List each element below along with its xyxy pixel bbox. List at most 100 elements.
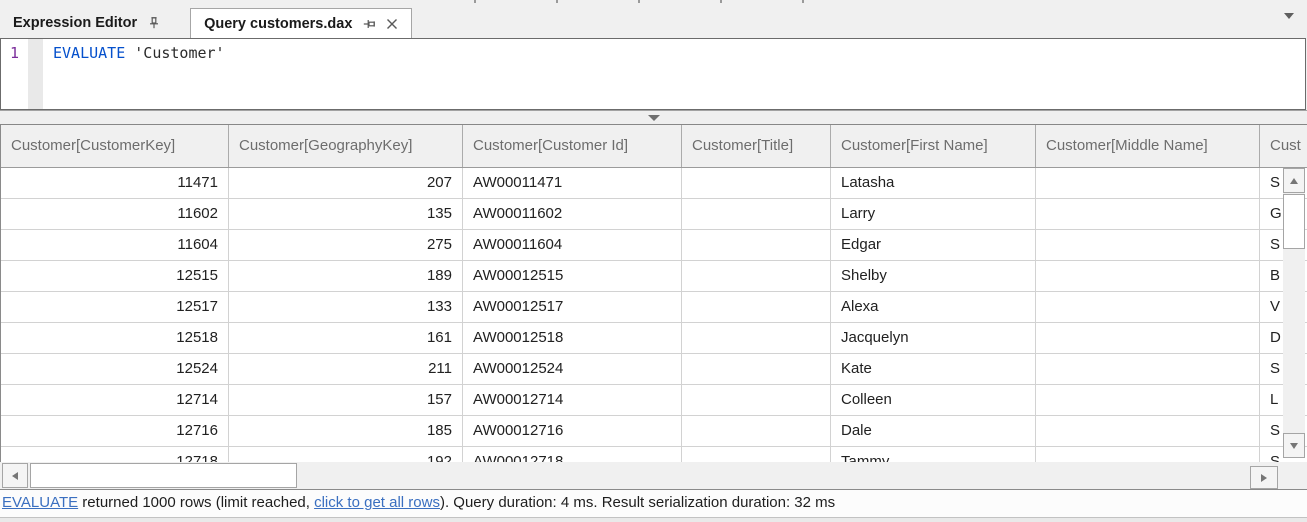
table-cell: 207 [229, 168, 463, 199]
scroll-left-button[interactable] [2, 463, 28, 488]
scroll-down-button[interactable] [1283, 433, 1305, 458]
column-header[interactable]: Customer[Middle Name] [1036, 125, 1260, 167]
editor-results-splitter[interactable] [0, 110, 1307, 125]
table-cell [1036, 447, 1260, 462]
table-cell: AW00012518 [463, 323, 682, 354]
table-cell [1036, 230, 1260, 261]
close-icon[interactable] [386, 18, 398, 30]
table-cell: Jacquelyn [831, 323, 1036, 354]
table-cell [682, 385, 831, 416]
editor-margin-strip [28, 39, 43, 109]
get-all-rows-link[interactable]: click to get all rows [314, 494, 440, 511]
document-tab-bar: Expression Editor Query customers.dax [0, 8, 1307, 38]
column-header[interactable]: Customer[Customer Id] [463, 125, 682, 167]
tab-label: Expression Editor [13, 15, 137, 31]
scroll-up-button[interactable] [1283, 168, 1305, 193]
table-cell: 189 [229, 261, 463, 292]
dax-keyword: EVALUATE [53, 44, 125, 62]
table-cell: 12714 [1, 385, 229, 416]
table-cell: 12515 [1, 261, 229, 292]
vertical-scrollbar-thumb[interactable] [1283, 194, 1305, 249]
window-bottom-strip [0, 517, 1307, 522]
table-cell: 11602 [1, 199, 229, 230]
table-cell: 211 [229, 354, 463, 385]
table-cell: 12718 [1, 447, 229, 462]
table-cell: 11471 [1, 168, 229, 199]
table-cell: 12716 [1, 416, 229, 447]
pin-icon[interactable] [147, 16, 161, 30]
table-row[interactable]: 12517133AW00012517AlexaV [1, 292, 1307, 323]
table-row[interactable]: 12718192AW00012718TammyS [1, 447, 1307, 462]
tab-query-customers-dax[interactable]: Query customers.dax [190, 8, 412, 38]
table-cell [682, 354, 831, 385]
table-row[interactable]: 11471207AW00011471LatashaS [1, 168, 1307, 199]
dax-code-editor[interactable]: 1 EVALUATE 'Customer' [0, 38, 1306, 110]
horizontal-scrollbar[interactable] [0, 462, 1307, 489]
table-cell: Dale [831, 416, 1036, 447]
table-cell: 12518 [1, 323, 229, 354]
column-header[interactable]: Customer[GeographyKey] [229, 125, 463, 167]
horizontal-scrollbar-thumb[interactable] [30, 463, 297, 488]
table-row[interactable]: 12714157AW00012714ColleenL [1, 385, 1307, 416]
status-bar: EVALUATE returned 1000 rows (limit reach… [0, 489, 1307, 517]
table-cell: AW00011471 [463, 168, 682, 199]
table-cell: AW00012515 [463, 261, 682, 292]
table-cell: Larry [831, 199, 1036, 230]
table-cell: 135 [229, 199, 463, 230]
top-edge-tick [474, 0, 476, 3]
tab-expression-editor[interactable]: Expression Editor [0, 8, 174, 38]
table-cell: 11604 [1, 230, 229, 261]
table-cell [1036, 385, 1260, 416]
table-cell: AW00012718 [463, 447, 682, 462]
table-cell: Latasha [831, 168, 1036, 199]
tab-label: Query customers.dax [204, 16, 352, 32]
table-cell [1036, 199, 1260, 230]
table-row[interactable]: 12515189AW00012515ShelbyB [1, 261, 1307, 292]
table-cell: AW00012517 [463, 292, 682, 323]
table-cell: 12524 [1, 354, 229, 385]
grid-header-row: Customer[CustomerKey]Customer[GeographyK… [1, 125, 1307, 168]
column-header[interactable]: Cust [1260, 125, 1307, 167]
table-cell: 12517 [1, 292, 229, 323]
table-cell: 157 [229, 385, 463, 416]
evaluate-link[interactable]: EVALUATE [2, 494, 78, 511]
table-cell [1036, 354, 1260, 385]
table-cell [682, 230, 831, 261]
top-edge-tick [556, 0, 558, 3]
splitter-collapse-icon[interactable] [648, 115, 660, 121]
column-header[interactable]: Customer[CustomerKey] [1, 125, 229, 167]
grid-body[interactable]: 11471207AW00011471LatashaS11602135AW0001… [1, 168, 1307, 462]
line-number: 1 [1, 39, 28, 109]
vertical-scrollbar[interactable] [1283, 168, 1305, 458]
table-cell [682, 199, 831, 230]
table-cell [682, 292, 831, 323]
table-cell: 161 [229, 323, 463, 354]
table-cell [1036, 416, 1260, 447]
table-cell [1036, 323, 1260, 354]
scroll-right-button[interactable] [1250, 466, 1278, 489]
status-text: ). Query duration: 4 ms. Result serializ… [440, 494, 835, 511]
table-cell [682, 323, 831, 354]
table-cell: Tammy [831, 447, 1036, 462]
tab-list-dropdown-icon[interactable] [1284, 13, 1294, 19]
table-cell [682, 416, 831, 447]
table-cell: AW00011604 [463, 230, 682, 261]
table-row[interactable]: 12524211AW00012524KateS [1, 354, 1307, 385]
table-cell: Kate [831, 354, 1036, 385]
top-edge-tick [802, 0, 804, 3]
unpin-icon[interactable] [362, 17, 376, 31]
code-line[interactable]: EVALUATE 'Customer' [43, 39, 225, 109]
table-row[interactable]: 11602135AW00011602LarryG [1, 199, 1307, 230]
table-row[interactable]: 12716185AW00012716DaleS [1, 416, 1307, 447]
table-row[interactable]: 11604275AW00011604EdgarS [1, 230, 1307, 261]
column-header[interactable]: Customer[First Name] [831, 125, 1036, 167]
table-cell: 133 [229, 292, 463, 323]
column-header[interactable]: Customer[Title] [682, 125, 831, 167]
table-cell: Shelby [831, 261, 1036, 292]
table-row[interactable]: 12518161AW00012518JacquelynD [1, 323, 1307, 354]
table-cell: AW00012524 [463, 354, 682, 385]
table-cell [1036, 261, 1260, 292]
table-cell [682, 168, 831, 199]
table-cell: 185 [229, 416, 463, 447]
arrow-right-icon [1261, 474, 1267, 482]
